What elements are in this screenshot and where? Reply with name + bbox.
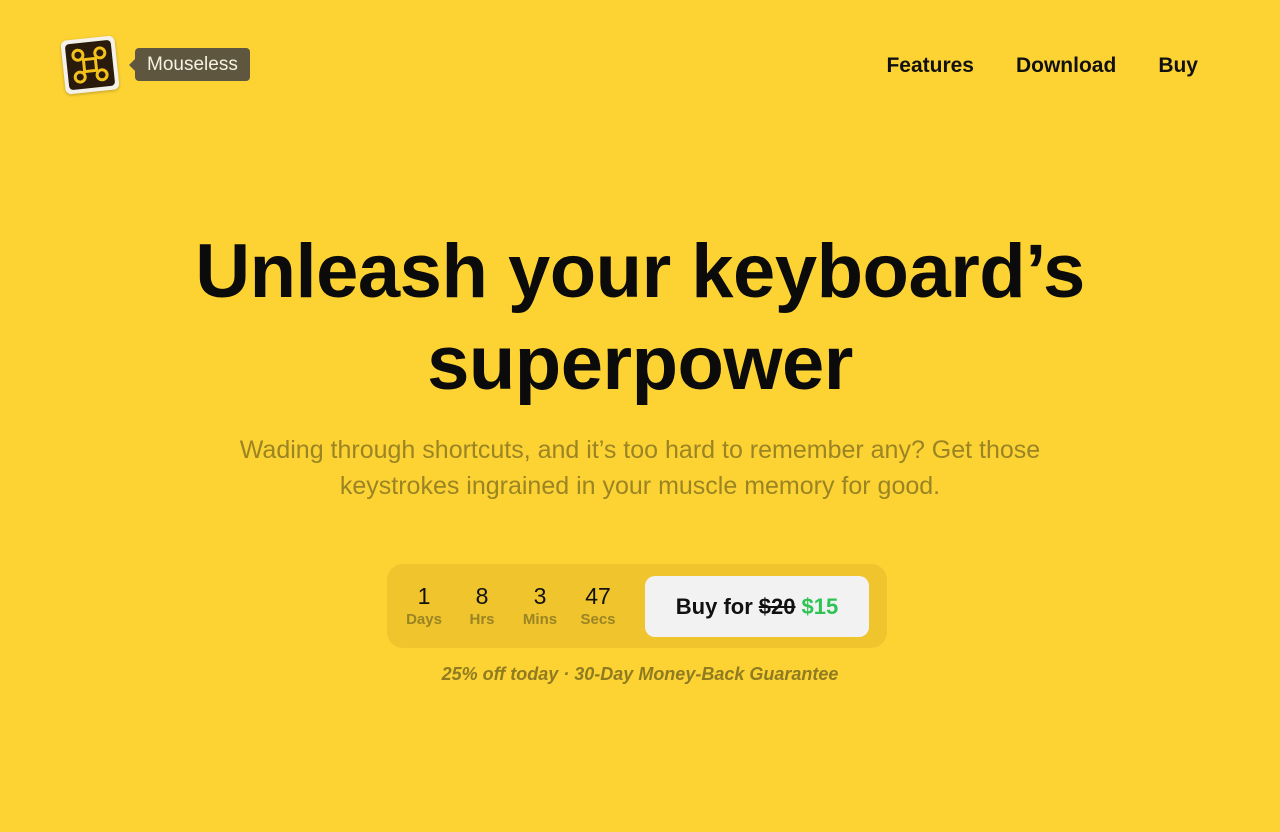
page: Mouseless Features Download Buy Unleash … (0, 0, 1280, 832)
countdown-timer: 1 Days 8 Hrs 3 Mins 47 Secs (395, 582, 627, 630)
countdown-days-label: Days (406, 611, 442, 628)
main-nav: Features Download Buy (886, 53, 1198, 79)
countdown-seconds-label: Secs (580, 611, 616, 628)
buy-button[interactable]: Buy for $20 $15 (645, 576, 869, 637)
brand-name: Mouseless (129, 48, 250, 81)
countdown-seconds: 47 Secs (569, 582, 627, 630)
countdown-minutes: 3 Mins (511, 582, 569, 630)
countdown-days: 1 Days (395, 582, 453, 630)
countdown-hours-value: 8 (475, 583, 489, 609)
countdown-seconds-value: 47 (585, 583, 611, 609)
hero-title-line2: superpower (427, 321, 853, 406)
hero-title: Unleash your keyboard’s superpower (0, 226, 1280, 410)
nav-features[interactable]: Features (886, 53, 974, 79)
buy-button-prefix: Buy for (675, 593, 753, 619)
countdown-days-value: 1 (417, 583, 431, 609)
countdown-minutes-label: Mins (522, 611, 558, 628)
command-key-icon (65, 40, 115, 90)
app-logo[interactable] (60, 35, 120, 95)
hero-subtitle: Wading through shortcuts, and it’s too h… (239, 436, 1041, 500)
countdown-hours-label: Hrs (469, 611, 495, 628)
new-price: $15 (801, 593, 839, 619)
nav-download[interactable]: Download (1016, 53, 1116, 79)
nav-buy[interactable]: Buy (1158, 53, 1198, 79)
purchase-panel: 1 Days 8 Hrs 3 Mins 47 Secs Buy for $20 … (387, 564, 887, 648)
countdown-minutes-value: 3 (533, 583, 547, 609)
guarantee-text: 25% off today · 30-Day Money-Back Guaran… (441, 664, 839, 684)
old-price: $20 (758, 593, 796, 619)
countdown-hours: 8 Hrs (453, 582, 511, 630)
hero-title-line1: Unleash your keyboard’s (195, 229, 1085, 314)
